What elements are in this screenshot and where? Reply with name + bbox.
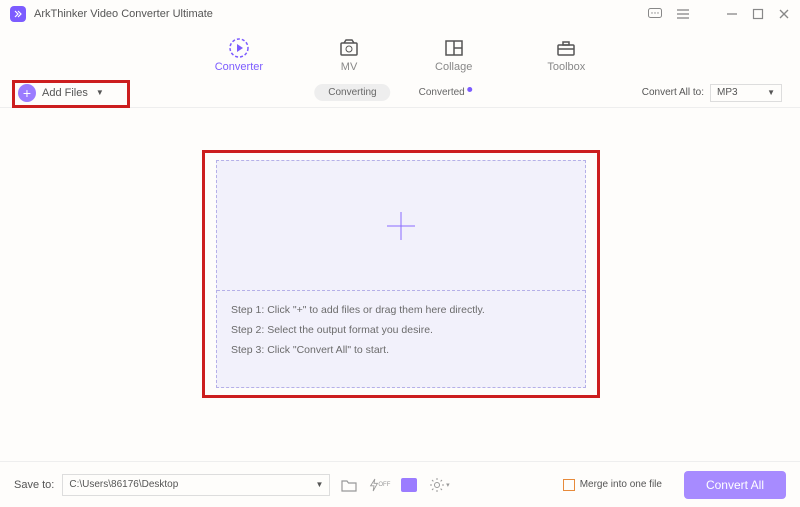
tab-mv[interactable]: MV [338, 37, 360, 73]
close-button[interactable] [778, 8, 790, 20]
chevron-down-icon: ▼ [315, 480, 323, 489]
tab-collage[interactable]: Collage [435, 37, 472, 73]
feedback-icon[interactable] [648, 8, 662, 20]
settings-button[interactable]: ▾ [428, 474, 450, 496]
app-logo-icon [10, 6, 26, 22]
tab-converter[interactable]: Converter [215, 37, 263, 73]
minimize-button[interactable] [726, 8, 738, 20]
step-3: Step 3: Click "Convert All" to start. [231, 341, 571, 361]
chevron-down-icon: ▼ [767, 88, 775, 97]
add-files-button[interactable]: + Add Files ▼ [18, 84, 104, 102]
convert-all-to: Convert All to: MP3 ▼ [642, 84, 782, 102]
notification-dot-icon [467, 87, 472, 92]
main-tabs: Converter MV Collage Toolbox [0, 28, 800, 78]
gpu-icon [401, 478, 417, 492]
step-2: Step 2: Select the output format you des… [231, 321, 571, 341]
bottombar: Save to: C:\Users\86176\Desktop ▼ OFF ▾ … [0, 461, 800, 507]
status-tab-converting[interactable]: Converting [314, 84, 390, 101]
maximize-button[interactable] [752, 8, 764, 20]
gpu-button[interactable] [398, 474, 420, 496]
convert-all-button[interactable]: Convert All [684, 471, 786, 499]
converter-icon [228, 37, 250, 59]
toolbar: + Add Files ▼ Converting Converted Conve… [0, 78, 800, 108]
mv-icon [338, 37, 360, 59]
plus-circle-icon: + [18, 84, 36, 102]
merge-checkbox[interactable]: Merge into one file [563, 479, 662, 491]
dropzone-add-button[interactable] [217, 161, 585, 291]
center-area: Step 1: Click "+" to add files or drag t… [0, 108, 800, 460]
dropzone: Step 1: Click "+" to add files or drag t… [216, 160, 586, 388]
output-format-select[interactable]: MP3 ▼ [710, 84, 782, 102]
plus-icon [383, 208, 419, 244]
app-title: ArkThinker Video Converter Ultimate [34, 8, 648, 20]
collage-icon [443, 37, 465, 59]
instruction-steps: Step 1: Click "+" to add files or drag t… [217, 291, 585, 371]
status-tabs: Converting Converted [314, 84, 486, 101]
toolbox-icon [555, 37, 577, 59]
step-1: Step 1: Click "+" to add files or drag t… [231, 301, 571, 321]
gear-icon [429, 477, 445, 493]
save-to-label: Save to: [14, 479, 54, 491]
checkbox-icon [563, 479, 575, 491]
open-folder-button[interactable] [338, 474, 360, 496]
chevron-down-icon: ▼ [96, 88, 104, 97]
hw-accel-button[interactable]: OFF [368, 474, 390, 496]
status-tab-converted[interactable]: Converted [405, 84, 486, 101]
menu-icon[interactable] [676, 8, 690, 20]
titlebar: ArkThinker Video Converter Ultimate [0, 0, 800, 28]
tab-toolbox[interactable]: Toolbox [547, 37, 585, 73]
convert-all-to-label: Convert All to: [642, 87, 704, 98]
save-path-select[interactable]: C:\Users\86176\Desktop ▼ [62, 474, 330, 496]
